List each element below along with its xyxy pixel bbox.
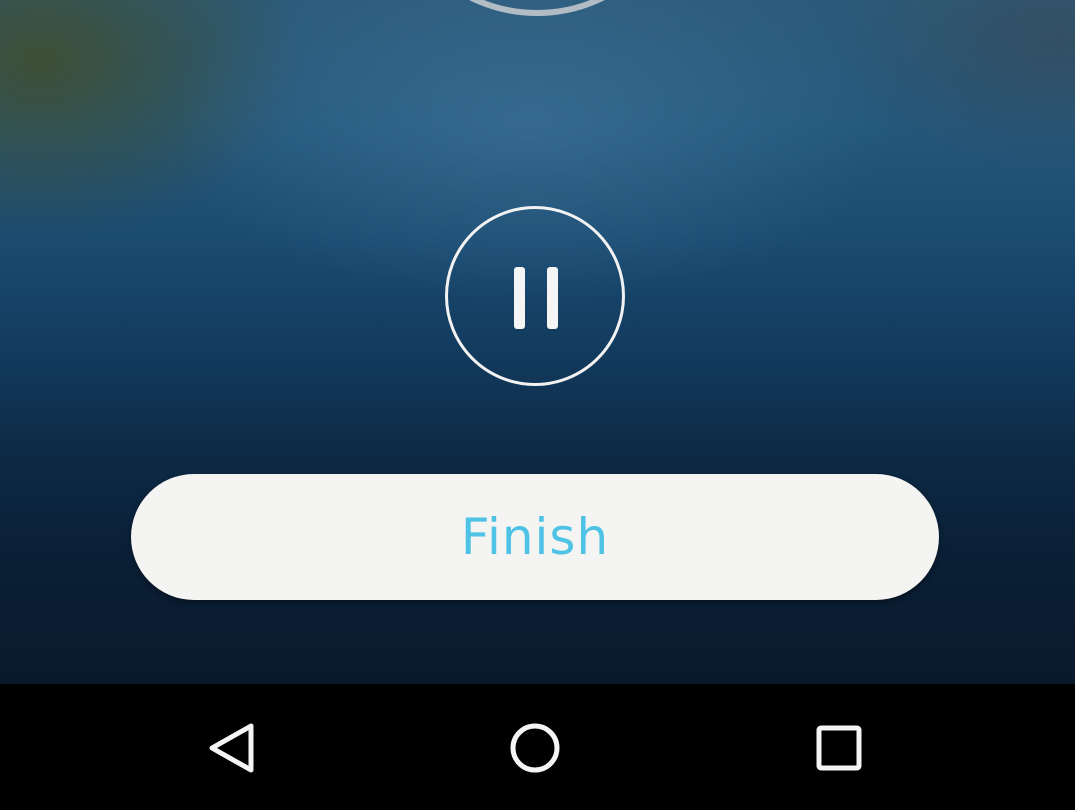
system-navigation-bar — [0, 684, 1075, 810]
recents-button[interactable] — [789, 698, 889, 798]
player-background: Finish — [0, 0, 1075, 684]
home-circle-icon — [510, 723, 560, 773]
recents-square-icon — [816, 725, 862, 771]
meditation-player-screen: Finish — [0, 0, 1075, 810]
progress-ring — [382, 0, 692, 16]
finish-button[interactable]: Finish — [131, 474, 939, 600]
back-triangle-icon — [209, 723, 254, 773]
pause-icon-bar-right — [547, 267, 558, 329]
pause-icon-bar-left — [514, 267, 525, 329]
home-button[interactable] — [485, 698, 585, 798]
finish-button-label: Finish — [460, 508, 610, 566]
back-button[interactable] — [183, 698, 283, 798]
pause-button[interactable] — [445, 206, 625, 386]
